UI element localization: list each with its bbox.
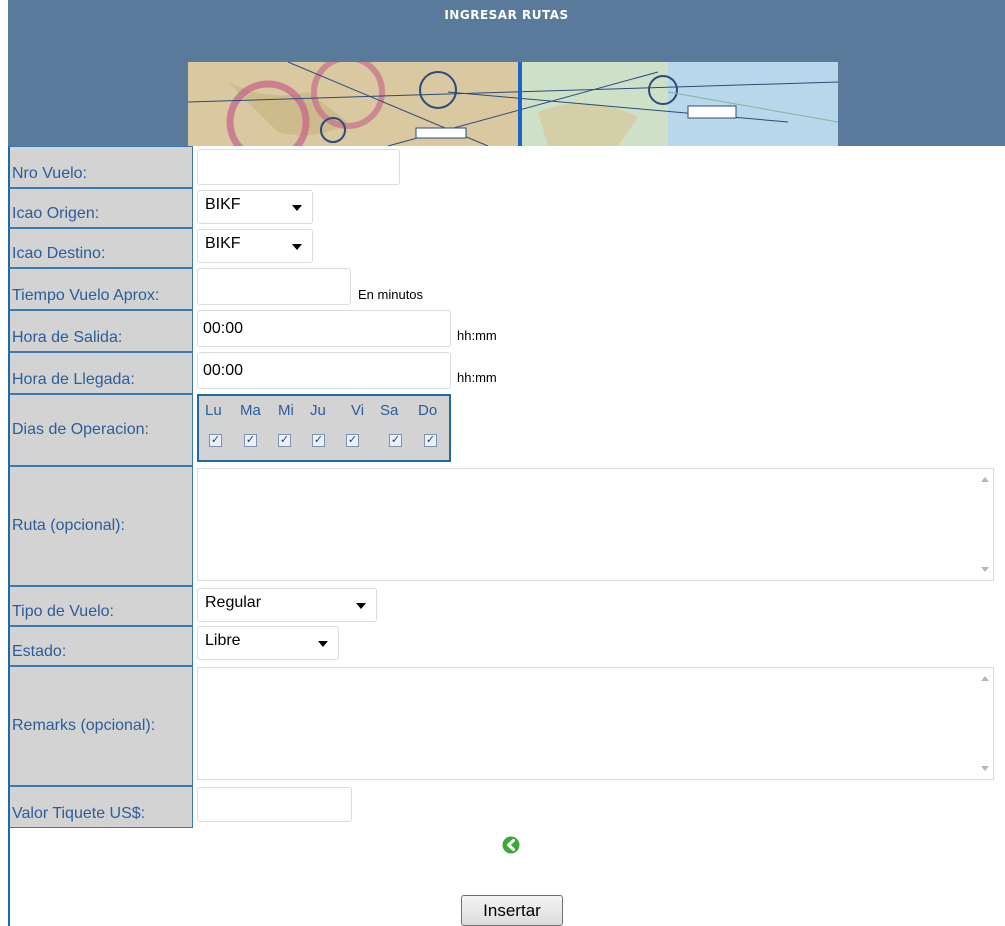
page-header: INGRESAR RUTAS xyxy=(8,0,1005,146)
dias-operacion-label-cell: Dias de Operacion: xyxy=(8,394,193,466)
valor-tiquete-label-cell: Valor Tiquete US$: xyxy=(8,786,193,828)
hora-salida-hint: hh:mm xyxy=(457,328,497,343)
tipo-vuelo-label-cell: Tipo de Vuelo: xyxy=(8,586,193,626)
map-banner-image xyxy=(188,62,838,146)
icao-destino-label-cell: Icao Destino: xyxy=(8,228,193,268)
tiempo-vuelo-input[interactable] xyxy=(197,268,351,305)
day-label-vi: Vi xyxy=(351,402,365,419)
day-checkbox-sa[interactable]: ✓ xyxy=(389,434,402,447)
day-label-ma: Ma xyxy=(240,402,261,419)
scroll-up-icon[interactable] xyxy=(981,676,989,681)
insertar-button[interactable]: Insertar xyxy=(461,895,563,926)
page-title: INGRESAR RUTAS xyxy=(444,8,569,22)
remarks-textarea[interactable] xyxy=(197,667,994,780)
scroll-down-icon[interactable] xyxy=(981,567,989,572)
hora-salida-label: Hora de Salida: xyxy=(12,329,123,346)
valor-tiquete-label: Valor Tiquete US$: xyxy=(12,805,146,822)
back-arrow-icon[interactable] xyxy=(502,836,520,854)
icao-destino-select[interactable]: BIKF xyxy=(197,229,313,263)
chevron-down-icon xyxy=(292,205,302,211)
icao-destino-value: BIKF xyxy=(205,235,241,252)
ruta-label-cell: Ruta (opcional): xyxy=(8,466,193,586)
valor-tiquete-input[interactable] xyxy=(197,787,352,822)
tipo-vuelo-label: Tipo de Vuelo: xyxy=(12,603,114,620)
icao-destino-label: Icao Destino: xyxy=(12,245,106,262)
estado-value: Libre xyxy=(205,632,241,649)
chevron-down-icon xyxy=(318,641,328,647)
day-checkbox-do[interactable]: ✓ xyxy=(424,434,437,447)
hora-llegada-label: Hora de Llegada: xyxy=(12,371,135,388)
day-checkbox-lu[interactable]: ✓ xyxy=(209,434,222,447)
nro-vuelo-label: Nro Vuelo: xyxy=(12,165,87,182)
day-label-lu: Lu xyxy=(205,402,222,419)
chevron-down-icon xyxy=(356,603,366,609)
dias-operacion-group: Lu Ma Mi Ju Vi Sa Do ✓ ✓ ✓ ✓ ✓ ✓ ✓ xyxy=(197,394,451,462)
day-checkbox-vi[interactable]: ✓ xyxy=(346,434,359,447)
estado-label: Estado: xyxy=(12,643,67,660)
nro-vuelo-input[interactable] xyxy=(197,149,400,185)
tipo-vuelo-select[interactable]: Regular xyxy=(197,588,377,622)
tipo-vuelo-value: Regular xyxy=(205,594,262,611)
day-label-do: Do xyxy=(418,402,438,419)
icao-origen-label: Icao Origen: xyxy=(12,205,100,222)
icao-origen-label-cell: Icao Origen: xyxy=(8,188,193,228)
tiempo-vuelo-label: Tiempo Vuelo Aprox: xyxy=(12,287,160,304)
nro-vuelo-label-cell: Nro Vuelo: xyxy=(8,146,193,188)
day-label-sa: Sa xyxy=(380,402,399,419)
icao-origen-value: BIKF xyxy=(205,196,241,213)
day-checkbox-ju[interactable]: ✓ xyxy=(312,434,325,447)
scroll-up-icon[interactable] xyxy=(981,477,989,482)
day-checkbox-mi[interactable]: ✓ xyxy=(278,434,291,447)
hora-salida-label-cell: Hora de Salida: xyxy=(8,310,193,352)
scroll-down-icon[interactable] xyxy=(981,766,989,771)
day-label-ju: Ju xyxy=(310,402,326,419)
hora-llegada-label-cell: Hora de Llegada: xyxy=(8,352,193,394)
day-label-mi: Mi xyxy=(278,402,294,419)
remarks-label: Remarks (opcional): xyxy=(12,717,156,734)
ruta-textarea[interactable] xyxy=(197,468,994,581)
estado-select[interactable]: Libre xyxy=(197,626,339,660)
icao-origen-select[interactable]: BIKF xyxy=(197,190,313,224)
estado-label-cell: Estado: xyxy=(8,626,193,666)
remarks-label-cell: Remarks (opcional): xyxy=(8,666,193,786)
tiempo-vuelo-hint: En minutos xyxy=(358,287,424,302)
hora-llegada-input[interactable] xyxy=(197,352,451,389)
day-checkbox-ma[interactable]: ✓ xyxy=(244,434,257,447)
chevron-down-icon xyxy=(292,244,302,250)
hora-salida-input[interactable] xyxy=(197,310,451,347)
ruta-label: Ruta (opcional): xyxy=(12,517,125,534)
dias-operacion-label: Dias de Operacion: xyxy=(12,421,149,438)
tiempo-vuelo-label-cell: Tiempo Vuelo Aprox: xyxy=(8,268,193,310)
hora-llegada-hint: hh:mm xyxy=(457,370,497,385)
